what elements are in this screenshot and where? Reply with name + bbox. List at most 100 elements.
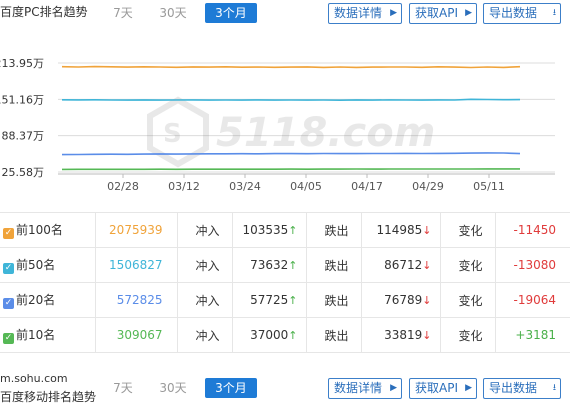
change-value: -19064 (495, 282, 570, 318)
download-icon: ⭳ (552, 383, 556, 393)
drop-out-cell: 114985↓ (361, 212, 441, 248)
drop-out-value: 114985 (376, 223, 423, 237)
rank-label-cell: ✓ 前20名 (0, 282, 96, 318)
x-tick-label: 03/24 (229, 180, 261, 193)
rush-in-value: 57725 (250, 293, 289, 307)
mobile-export-data-button[interactable]: 导出数据 ⭳ (483, 378, 561, 399)
mobile-range-7-days[interactable]: 7天 (108, 378, 138, 398)
drop-out-cell: 76789↓ (361, 282, 441, 318)
arrow-down-icon: ↓ (422, 329, 432, 342)
export-data-button[interactable]: 导出数据 ⭳ (483, 3, 561, 24)
mobile-trend-title: 百度移动排名趋势 (0, 390, 97, 404)
download-icon: ⭳ (552, 8, 556, 18)
drop-out-cell: 86712↓ (361, 247, 441, 283)
get-api-button[interactable]: 获取API ▶ (409, 3, 477, 24)
checkbox-checked-icon[interactable]: ✓ (3, 298, 14, 309)
drop-out-label: 跌出 (306, 212, 362, 248)
rank-total: 572825 (95, 282, 178, 318)
rush-in-label: 冲入 (177, 317, 233, 353)
series-line-4[interactable] (61, 168, 520, 171)
rank-label-cell: ✓ 前10名 (0, 317, 96, 353)
y-tick-label: 25.58万 (2, 166, 45, 179)
play-right-icon: ▶ (390, 8, 397, 18)
rank-label-cell: ✓ 前100名 (0, 212, 96, 248)
rank-label-cell: ✓ 前50名 (0, 247, 96, 283)
arrow-down-icon: ↓ (422, 294, 432, 307)
drop-out-value: 86712 (384, 258, 423, 272)
x-tick-label: 04/05 (290, 180, 322, 193)
range-7-days[interactable]: 7天 (108, 3, 138, 23)
arrow-down-icon: ↓ (422, 259, 432, 272)
x-axis: 02/28 03/12 03/24 04/05 04/17 04/29 05/11 (58, 173, 555, 193)
rank-stats-table: ✓ 前100名 2075939 冲入 103535↑ 跌出 114985↓ 变化 -11450 ✓… (0, 212, 570, 353)
change-label: 变化 (440, 317, 496, 353)
series-line-3[interactable] (61, 152, 521, 156)
trend-line-chart: S 5118.com 213.95万 151.16万 88.37万 25.58万 02… (0, 57, 555, 193)
stats-row: ✓ 前20名 572825 冲入 57725↑ 跌出 76789↓ 变化 -19064 (0, 282, 570, 318)
drop-out-label: 跌出 (306, 247, 362, 283)
watermark-text: 5118.com (216, 110, 435, 156)
rank-total: 1506827 (95, 247, 178, 283)
rank-label: 前10名 (16, 328, 56, 342)
y-tick-label: 213.95万 (0, 57, 44, 70)
change-label: 变化 (440, 282, 496, 318)
change-value: -11450 (495, 212, 570, 248)
checkbox-checked-icon[interactable]: ✓ (3, 333, 14, 344)
export-data-label: 导出数据 (489, 6, 538, 20)
get-api-label: 获取API (415, 381, 458, 395)
series-line-2[interactable] (61, 98, 521, 102)
drop-out-label: 跌出 (306, 317, 362, 353)
rank-total: 309067 (95, 317, 178, 353)
export-data-label: 导出数据 (489, 381, 538, 395)
checkbox-checked-icon[interactable]: ✓ (3, 263, 14, 274)
pc-trend-chart: S 5118.com 213.95万 151.16万 88.37万 25.58万 02… (0, 34, 580, 210)
x-tick-label: 04/17 (351, 180, 383, 193)
data-detail-button[interactable]: 数据详情 ▶ (328, 3, 402, 24)
mobile-range-30-days[interactable]: 30天 (155, 378, 191, 398)
stats-row: ✓ 前10名 309067 冲入 37000↑ 跌出 33819↓ 变化 +3181 (0, 317, 570, 353)
arrow-up-icon: ↑ (288, 224, 298, 237)
arrow-down-icon: ↓ (422, 224, 432, 237)
pc-trend-header: 百度PC排名趋势 7天 30天 3个月 数据详情 ▶ 获取API ▶ 导出数据 … (0, 0, 580, 30)
x-tick-label: 05/11 (473, 180, 505, 193)
mobile-get-api-button[interactable]: 获取API ▶ (409, 378, 477, 399)
change-value: +3181 (495, 317, 570, 353)
y-tick-label: 88.37万 (2, 130, 45, 143)
rush-in-cell: 73632↑ (232, 247, 307, 283)
arrow-up-icon: ↑ (288, 329, 298, 342)
y-tick-label: 151.16万 (0, 93, 44, 106)
data-detail-label: 数据详情 (334, 6, 383, 20)
stats-row: ✓ 前50名 1506827 冲入 73632↑ 跌出 86712↓ 变化 -13080 (0, 247, 570, 283)
drop-out-value: 76789 (384, 293, 423, 307)
arrow-up-icon: ↑ (288, 294, 298, 307)
rank-total: 2075939 (95, 212, 178, 248)
series-line-1[interactable] (61, 65, 521, 69)
pc-trend-title: 百度PC排名趋势 (0, 5, 88, 19)
rush-in-cell: 103535↑ (232, 212, 307, 248)
checkbox-checked-icon[interactable]: ✓ (3, 228, 14, 239)
change-value: -13080 (495, 247, 570, 283)
rank-label: 前20名 (16, 293, 56, 307)
rush-in-label: 冲入 (177, 247, 233, 283)
mobile-range-3-months[interactable]: 3个月 (205, 378, 257, 398)
svg-text:S: S (163, 119, 182, 149)
play-right-icon: ▶ (465, 383, 472, 393)
get-api-label: 获取API (415, 6, 458, 20)
data-detail-label: 数据详情 (334, 381, 383, 395)
rank-label: 前50名 (16, 258, 56, 272)
stats-row: ✓ 前100名 2075939 冲入 103535↑ 跌出 114985↓ 变化 -11450 (0, 212, 570, 248)
rush-in-value: 103535 (242, 223, 289, 237)
site-domain[interactable]: m.sohu.com (0, 372, 68, 385)
mobile-data-detail-button[interactable]: 数据详情 ▶ (328, 378, 402, 399)
arrow-up-icon: ↑ (288, 259, 298, 272)
rush-in-label: 冲入 (177, 282, 233, 318)
drop-out-label: 跌出 (306, 282, 362, 318)
rush-in-cell: 37000↑ (232, 317, 307, 353)
range-30-days[interactable]: 30天 (155, 3, 191, 23)
play-right-icon: ▶ (465, 8, 472, 18)
drop-out-cell: 33819↓ (361, 317, 441, 353)
range-3-months[interactable]: 3个月 (205, 3, 257, 23)
mobile-trend-header: m.sohu.com 百度移动排名趋势 7天 30天 3个月 数据详情 ▶ 获取… (0, 370, 580, 411)
y-axis-ticks: 213.95万 151.16万 88.37万 25.58万 (0, 57, 44, 179)
play-right-icon: ▶ (390, 383, 397, 393)
